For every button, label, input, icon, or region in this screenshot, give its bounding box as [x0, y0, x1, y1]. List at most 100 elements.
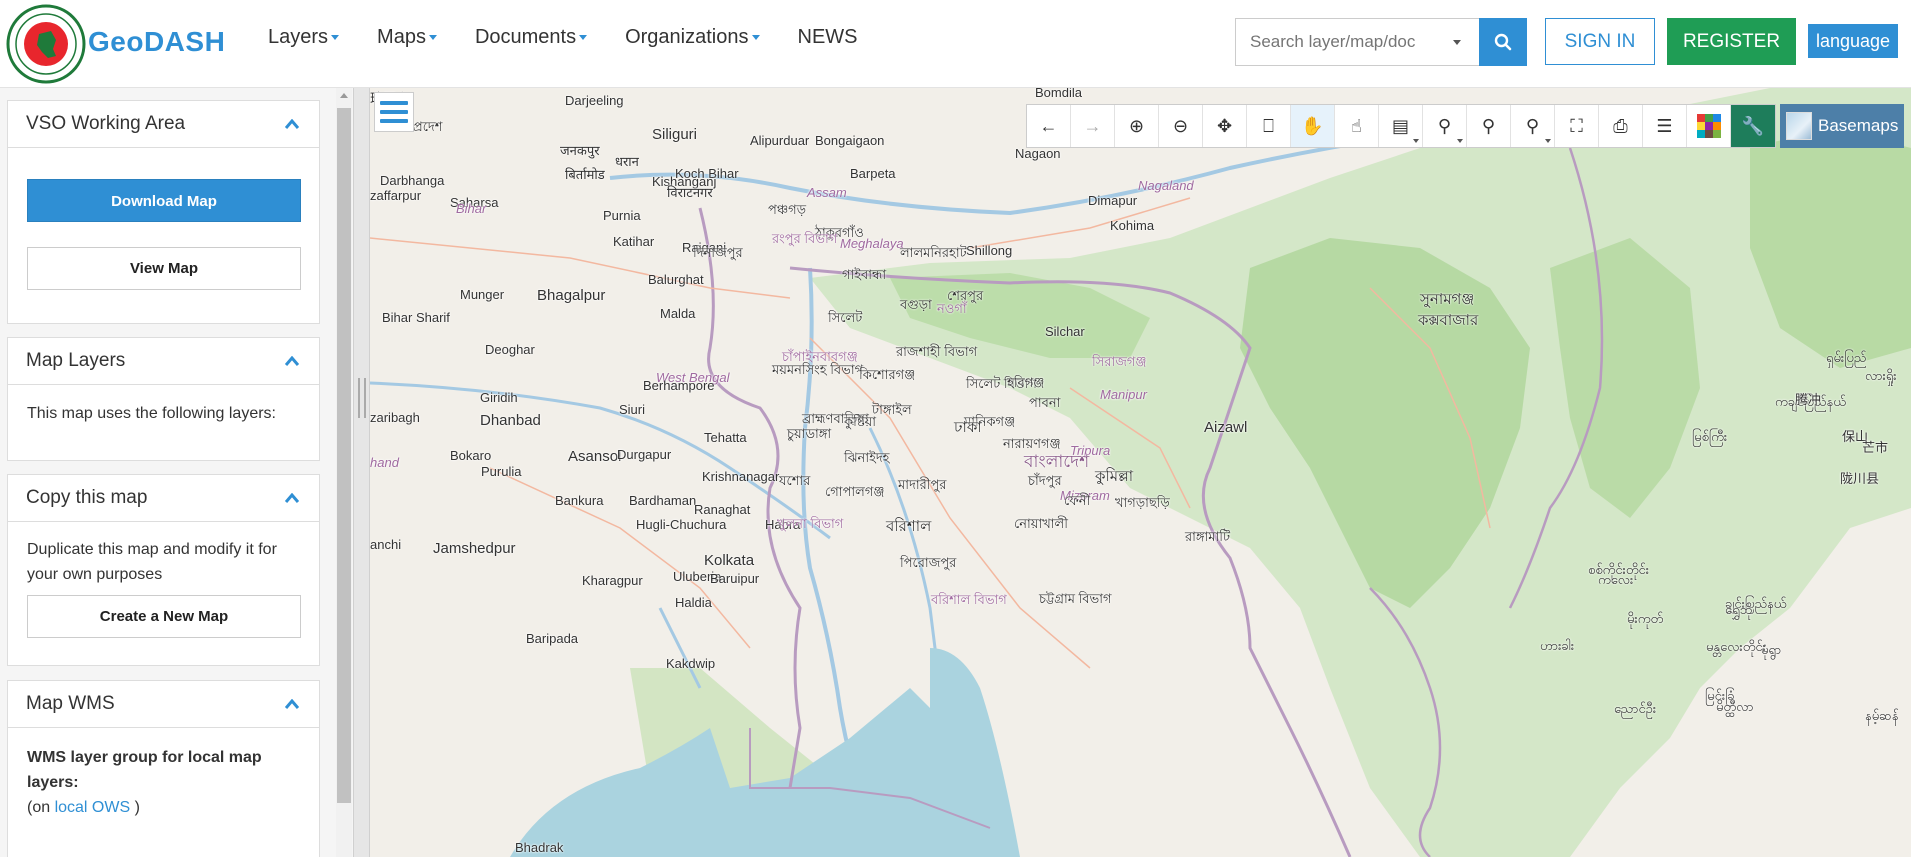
- panel-title: VSO Working Area: [26, 113, 186, 134]
- panel-working-area: VSO Working Area Download Map View Map: [7, 100, 320, 324]
- nav-layers[interactable]: Layers: [268, 26, 340, 49]
- chevron-up-icon[interactable]: [285, 699, 299, 709]
- map-place-label: নওগাঁ: [937, 301, 967, 316]
- map-place-label: Munger: [460, 287, 505, 302]
- splitter-grip[interactable]: [358, 378, 366, 418]
- search-button[interactable]: [1479, 18, 1527, 66]
- map-place-label: চাঁপাইনবাবগঞ্জ: [782, 349, 858, 364]
- government-seal-logo[interactable]: [6, 4, 86, 84]
- back-icon[interactable]: ←: [1027, 105, 1071, 147]
- wrench-icon[interactable]: 🔧: [1731, 105, 1775, 147]
- map-place-label: Kolkata: [704, 552, 755, 569]
- local-ows-link[interactable]: local OWS: [55, 799, 131, 816]
- top-navbar: GeoDASH Layers Maps Documents Organizati…: [0, 0, 1911, 88]
- zoom-box-icon[interactable]: ⎕: [1247, 105, 1291, 147]
- map-place-label: Deoghar: [485, 342, 535, 357]
- measure-icon[interactable]: ▤: [1379, 105, 1423, 147]
- wms-description: WMS layer group for local map layers:: [27, 749, 262, 791]
- site-logo-text[interactable]: GeoDASH: [88, 26, 225, 58]
- panel-header[interactable]: Map Layers: [8, 338, 319, 385]
- nav-organizations[interactable]: Organizations: [625, 26, 760, 49]
- marker-icon[interactable]: ⚲: [1423, 105, 1467, 147]
- nav-maps[interactable]: Maps: [377, 26, 437, 49]
- main-nav: Layers Maps Documents Organizations NEWS: [268, 26, 896, 49]
- chevron-up-icon[interactable]: [285, 493, 299, 503]
- panel-header[interactable]: Copy this map: [8, 475, 319, 522]
- panel-header[interactable]: VSO Working Area: [8, 101, 319, 148]
- query-info-icon[interactable]: ⚲: [1511, 105, 1555, 147]
- forward-icon[interactable]: →: [1071, 105, 1115, 147]
- map-place-label: Assam: [807, 185, 847, 200]
- zoom-out-icon[interactable]: ⊖: [1159, 105, 1203, 147]
- map-place-label: 芒市: [1862, 440, 1889, 455]
- panel-title: Map Layers: [26, 350, 126, 371]
- map-place-label: Giridih: [480, 390, 518, 405]
- legend-icon[interactable]: ☰: [1643, 105, 1687, 147]
- map-place-label: Bokaro: [450, 448, 492, 463]
- map-place-label: টাঙ্গাইল: [872, 402, 912, 417]
- map-place-label: 陇川县: [1840, 471, 1880, 486]
- map-place-label: विराटनगर: [667, 185, 713, 200]
- map-place-label: Tehatta: [704, 430, 747, 445]
- map-place-label: কুমিল্লা: [1095, 468, 1134, 485]
- nav-documents[interactable]: Documents: [475, 26, 588, 49]
- map-place-label: ဟားခါး: [1540, 638, 1575, 653]
- map-place-label: চাঁদপুর: [1028, 473, 1062, 488]
- map-place-label: কুষ্টিয়া: [844, 414, 877, 429]
- map-place-label: Aizawl: [1204, 419, 1248, 436]
- map-place-label: সিলেট: [828, 310, 863, 325]
- map-place-label: চুয়াডাঙ্গা: [787, 426, 832, 441]
- panel-title: Copy this map: [26, 487, 148, 508]
- map-place-label: লালমনিরহাট: [900, 245, 967, 260]
- zoom-extent-icon[interactable]: ⛶: [1555, 105, 1599, 147]
- nav-news[interactable]: NEWS: [798, 26, 858, 49]
- map-place-label: চট্টগ্রাম বিভাগ: [1039, 591, 1112, 606]
- view-map-button[interactable]: View Map: [27, 247, 301, 290]
- map-place-label: 腾冲: [1795, 392, 1822, 407]
- map-place-label: Berhampore: [643, 378, 715, 393]
- search-input[interactable]: [1236, 32, 1436, 52]
- map-place-label: Bihar Sharif: [382, 310, 450, 325]
- layer-menu-button[interactable]: [374, 92, 414, 132]
- map-place-label: Katihar: [613, 234, 655, 249]
- chevron-up-icon[interactable]: [285, 356, 299, 366]
- sidebar-scrollbar[interactable]: [336, 88, 352, 857]
- chevron-up-icon[interactable]: [285, 119, 299, 129]
- panel-copy-map: Copy this map Duplicate this map and mod…: [7, 474, 320, 666]
- search-type-dropdown-icon[interactable]: [1453, 40, 1461, 45]
- map-place-label: Silchar: [1045, 324, 1085, 339]
- map-place-label: Kohima: [1110, 218, 1155, 233]
- dropdown-arrow-icon: [1413, 139, 1419, 143]
- map-place-label: မြစ်ကြီး: [1692, 429, 1728, 444]
- register-button[interactable]: REGISTER: [1667, 18, 1796, 65]
- map-place-label: Bomdila: [1035, 88, 1082, 100]
- scroll-up-arrow-icon[interactable]: [340, 93, 348, 98]
- sign-in-button[interactable]: SIGN IN: [1545, 18, 1655, 65]
- basemaps-button[interactable]: Basemaps: [1780, 104, 1904, 148]
- panel-header[interactable]: Map WMS: [8, 681, 319, 728]
- print-icon[interactable]: ⎙: [1599, 105, 1643, 147]
- map-place-label: খাগড়াছড়ি: [1115, 495, 1170, 510]
- zoom-in-icon[interactable]: ⊕: [1115, 105, 1159, 147]
- panel-splitter[interactable]: [353, 88, 370, 857]
- caret-down-icon: [579, 35, 588, 41]
- scrollbar-thumb[interactable]: [337, 108, 351, 803]
- map-place-label: কিশোরগঞ্জ: [859, 367, 916, 382]
- query-icon[interactable]: ⚲: [1467, 105, 1511, 147]
- color-grid-icon[interactable]: [1687, 105, 1731, 147]
- map-place-label: Kakdwip: [666, 656, 716, 671]
- create-new-map-button[interactable]: Create a New Map: [27, 595, 301, 638]
- map-place-label: পাবনা: [1029, 395, 1061, 410]
- drag-icon[interactable]: ✋: [1291, 105, 1335, 147]
- map-place-label: বগুড়া: [900, 297, 932, 312]
- map-place-label: Purnia: [603, 208, 641, 223]
- map-place-label: ঝিনাইদহ: [844, 450, 890, 465]
- map-viewport[interactable]: Bomdila Darjeeling Siliguri Alipurduar Bonga…: [370, 88, 1911, 857]
- download-map-button[interactable]: Download Map: [27, 179, 301, 222]
- map-place-label: ফেনী: [1064, 493, 1091, 508]
- map-place-label: Baripada: [526, 631, 579, 646]
- select-icon[interactable]: ☝: [1335, 105, 1379, 147]
- language-button[interactable]: language: [1808, 24, 1898, 58]
- pan-icon[interactable]: ✥: [1203, 105, 1247, 147]
- map-place-label: လားရှိုး: [1865, 368, 1897, 383]
